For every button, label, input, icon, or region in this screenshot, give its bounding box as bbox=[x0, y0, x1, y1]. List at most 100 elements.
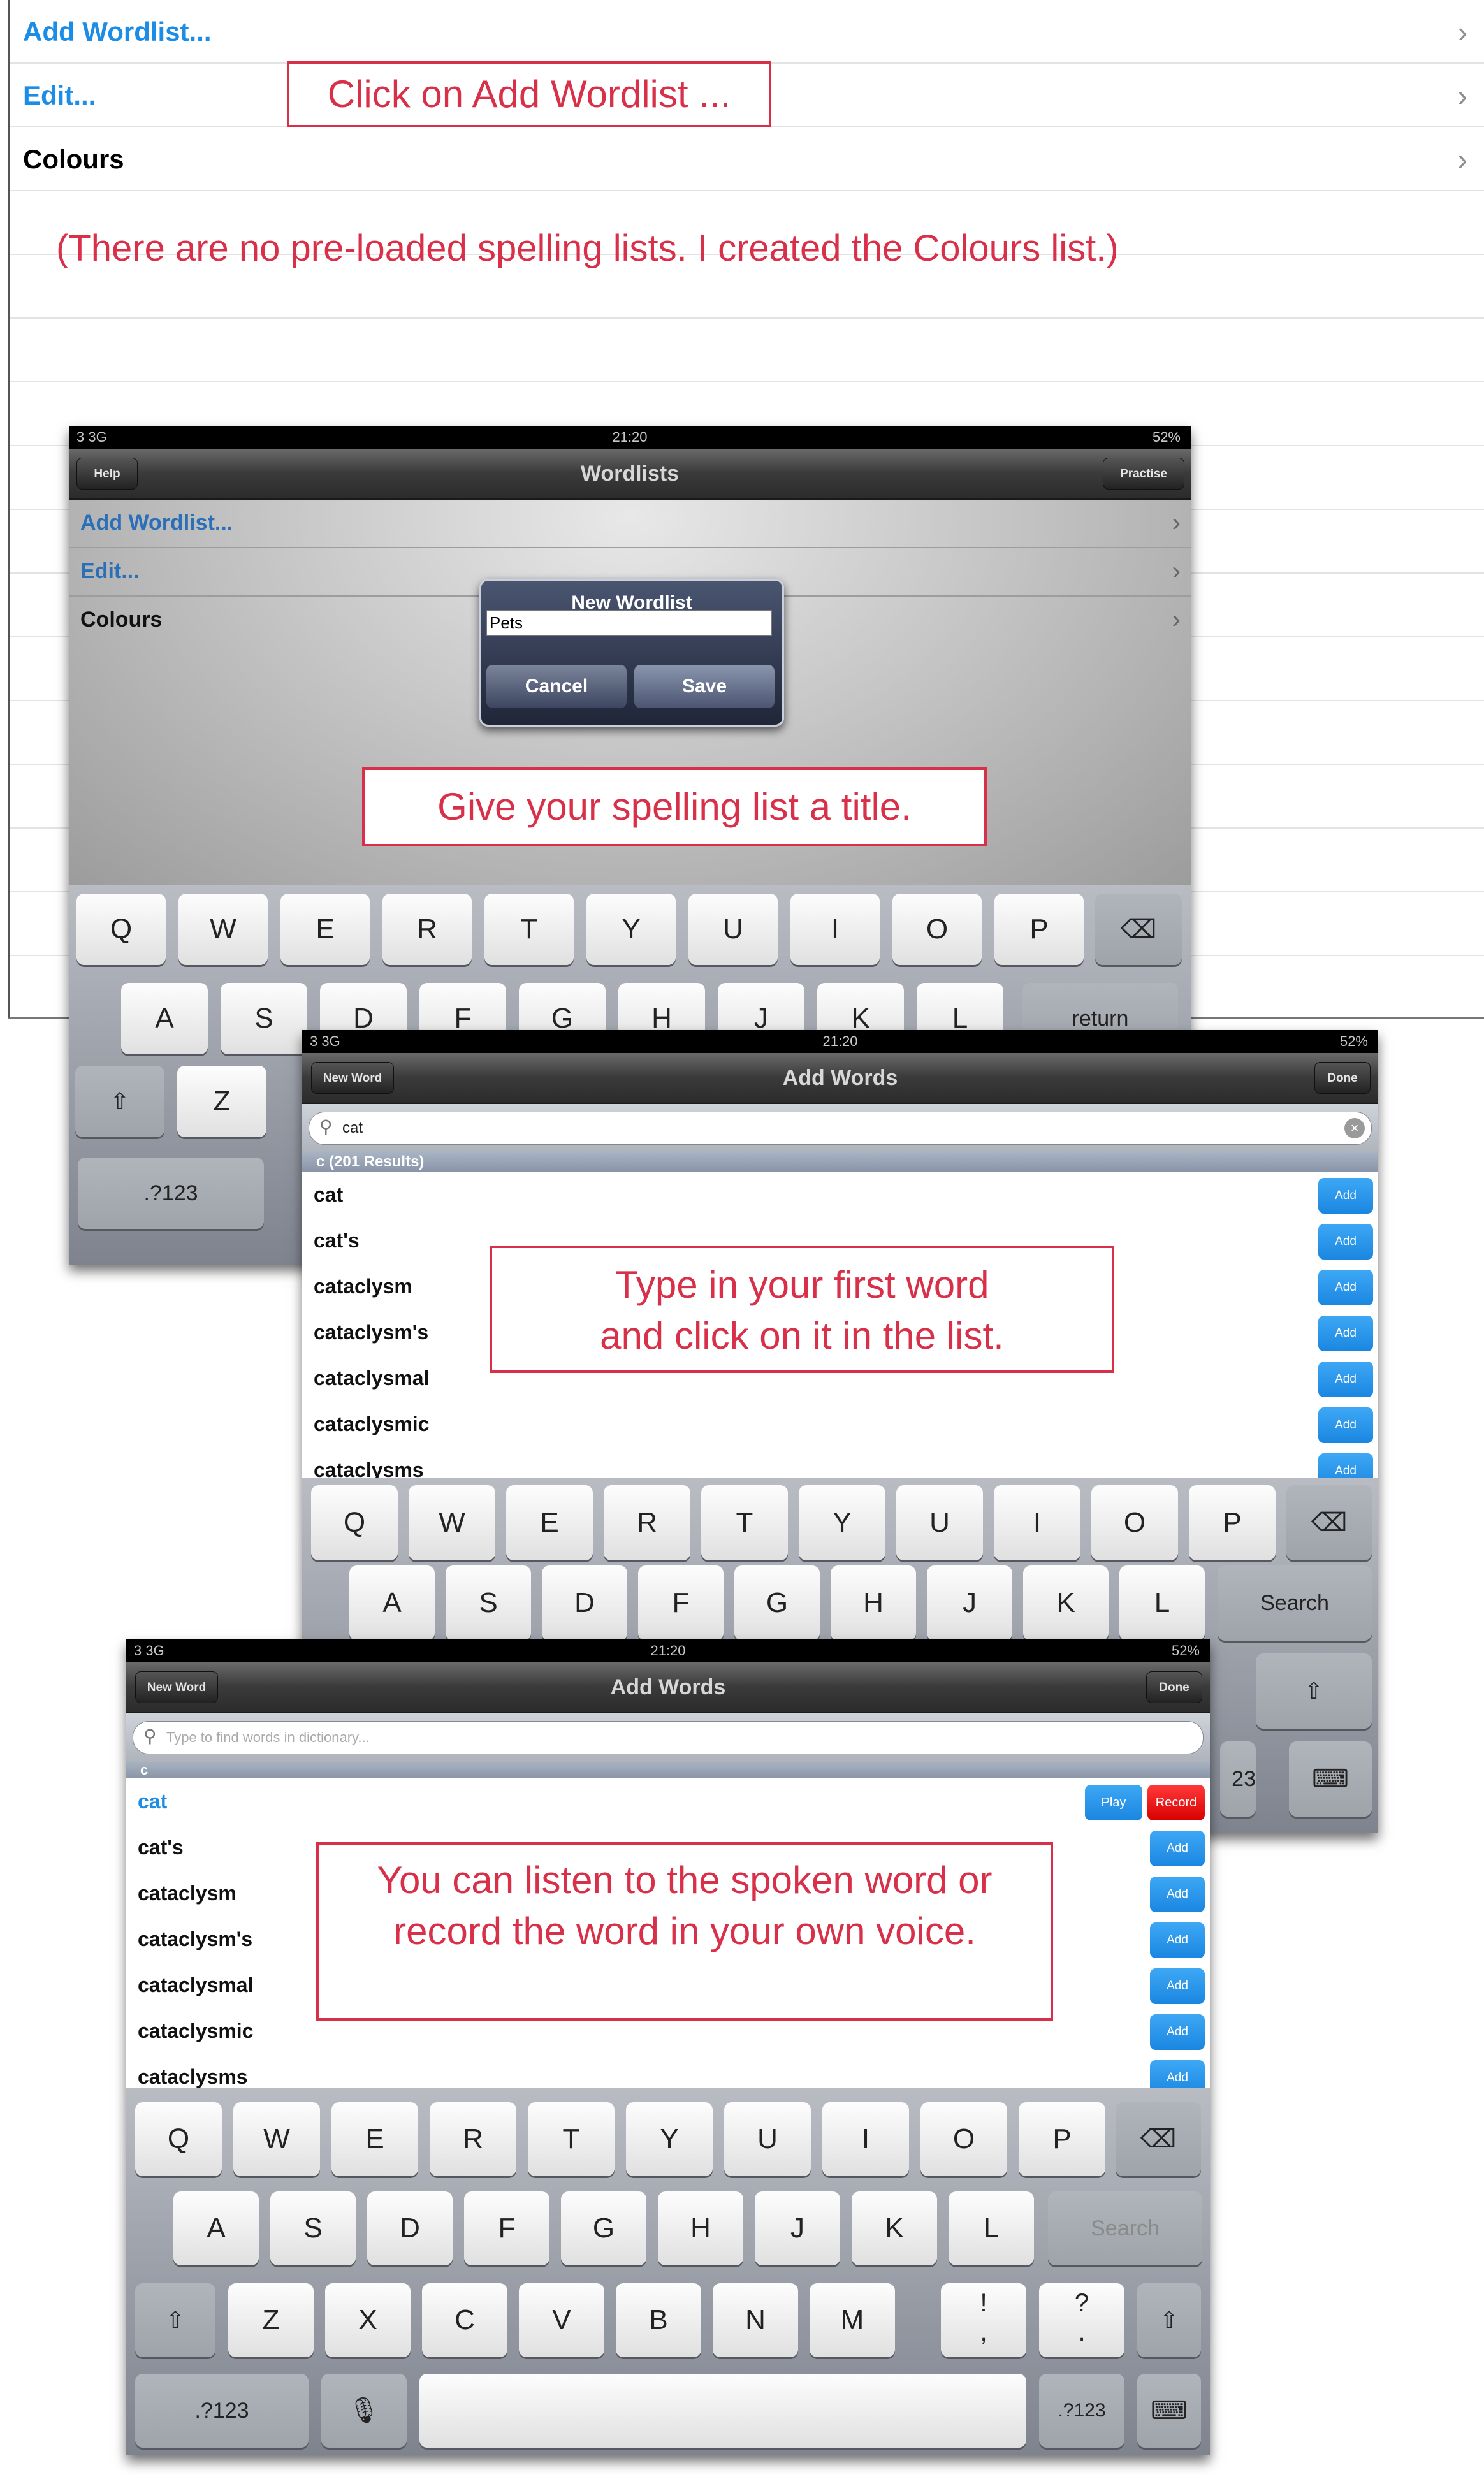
key-u[interactable]: U bbox=[724, 2102, 811, 2176]
add-button[interactable]: Add bbox=[1318, 1178, 1373, 1214]
add-button[interactable]: Add bbox=[1318, 1407, 1373, 1443]
play-button[interactable]: Play bbox=[1085, 1785, 1142, 1820]
key-f[interactable]: F bbox=[464, 2191, 549, 2265]
key-g[interactable]: G bbox=[561, 2191, 646, 2265]
key-e[interactable]: E bbox=[506, 1485, 593, 1560]
key-z[interactable]: Z bbox=[228, 2283, 314, 2357]
backspace-icon[interactable]: ⌫ bbox=[1116, 2102, 1201, 2176]
key-y[interactable]: Y bbox=[626, 2102, 713, 2176]
microphone-icon[interactable]: 🎙 bbox=[321, 2374, 407, 2448]
add-button[interactable]: Add bbox=[1318, 1270, 1373, 1305]
add-button[interactable]: Add bbox=[1150, 1922, 1205, 1958]
key-e[interactable]: E bbox=[331, 2102, 418, 2176]
bg-add-wordlist[interactable]: Add Wordlist... bbox=[23, 11, 212, 52]
key-q[interactable]: Q bbox=[311, 1485, 398, 1560]
numbers-key[interactable]: .?123 bbox=[135, 2374, 309, 2448]
search-placeholder[interactable]: Type to find words in dictionary... bbox=[166, 1729, 370, 1746]
key-l[interactable]: L bbox=[1119, 1565, 1205, 1641]
key-q[interactable]: Q bbox=[76, 894, 166, 965]
key-w[interactable]: W bbox=[178, 894, 268, 965]
key-r[interactable]: R bbox=[430, 2102, 516, 2176]
key-t[interactable]: T bbox=[528, 2102, 615, 2176]
wordlist-title-input[interactable] bbox=[486, 610, 772, 636]
add-button[interactable]: Add bbox=[1150, 1877, 1205, 1912]
key-y[interactable]: Y bbox=[586, 894, 676, 965]
key-i[interactable]: I bbox=[994, 1485, 1080, 1560]
key-v[interactable]: V bbox=[519, 2283, 604, 2357]
key-k[interactable]: K bbox=[852, 2191, 937, 2265]
shift-icon[interactable]: ⇧ bbox=[1256, 1653, 1372, 1729]
key-w[interactable]: W bbox=[409, 1485, 495, 1560]
search-key[interactable]: Search bbox=[1218, 1565, 1372, 1641]
record-button[interactable]: Record bbox=[1147, 1785, 1205, 1820]
key-o[interactable]: O bbox=[892, 894, 982, 965]
list-item[interactable]: cataclysms Add bbox=[126, 2054, 1210, 2088]
key-p[interactable]: P bbox=[1189, 1485, 1276, 1560]
key-e[interactable]: E bbox=[280, 894, 370, 965]
key-n[interactable]: N bbox=[713, 2283, 798, 2357]
add-button[interactable]: Add bbox=[1318, 1316, 1373, 1351]
key-question-period[interactable]: ? . bbox=[1039, 2283, 1124, 2357]
key-h[interactable]: H bbox=[658, 2191, 743, 2265]
key-h[interactable]: H bbox=[831, 1565, 916, 1641]
numbers-key[interactable]: .?123 bbox=[1039, 2374, 1124, 2448]
key-a[interactable]: A bbox=[173, 2191, 259, 2265]
add-button[interactable]: Add bbox=[1150, 2060, 1205, 2088]
key-a[interactable]: A bbox=[349, 1565, 435, 1641]
key-b[interactable]: B bbox=[616, 2283, 701, 2357]
key-i[interactable]: I bbox=[790, 894, 880, 965]
space-key[interactable] bbox=[419, 2374, 1026, 2448]
keyboard-hide-icon[interactable]: ⌨ bbox=[1137, 2374, 1201, 2448]
list-item[interactable]: cataclysms Add bbox=[302, 1447, 1378, 1478]
numbers-key[interactable]: .?123 bbox=[78, 1158, 264, 1229]
key-t[interactable]: T bbox=[701, 1485, 788, 1560]
key-j[interactable]: J bbox=[927, 1565, 1012, 1641]
row-add-wordlist[interactable]: Add Wordlist... bbox=[69, 498, 1191, 548]
key-q[interactable]: Q bbox=[135, 2102, 222, 2176]
list-item[interactable]: cat Add bbox=[302, 1172, 1378, 1219]
clear-icon[interactable]: × bbox=[1344, 1118, 1365, 1138]
backspace-icon[interactable]: ⌫ bbox=[1286, 1485, 1372, 1560]
key-m[interactable]: M bbox=[810, 2283, 895, 2357]
add-button[interactable]: Add bbox=[1150, 1968, 1205, 2004]
key-c[interactable]: C bbox=[422, 2283, 507, 2357]
search-field[interactable]: ⚲ cat × bbox=[309, 1112, 1372, 1145]
cancel-button[interactable]: Cancel bbox=[486, 665, 627, 708]
add-button[interactable]: Add bbox=[1150, 2014, 1205, 2050]
done-button[interactable]: Done bbox=[1146, 1671, 1202, 1703]
key-s[interactable]: S bbox=[270, 2191, 356, 2265]
add-button[interactable]: Add bbox=[1318, 1362, 1373, 1397]
key-z[interactable]: Z bbox=[177, 1066, 266, 1137]
key-d[interactable]: D bbox=[542, 1565, 627, 1641]
key-s[interactable]: S bbox=[221, 983, 307, 1054]
key-u[interactable]: U bbox=[688, 894, 778, 965]
key-w[interactable]: W bbox=[233, 2102, 320, 2176]
key-g[interactable]: G bbox=[734, 1565, 820, 1641]
key-i[interactable]: I bbox=[822, 2102, 909, 2176]
add-button[interactable]: Add bbox=[1318, 1453, 1373, 1478]
shift-icon[interactable]: ⇧ bbox=[1137, 2283, 1201, 2357]
save-button[interactable]: Save bbox=[634, 665, 775, 708]
add-button[interactable]: Add bbox=[1150, 1831, 1205, 1866]
key-r[interactable]: R bbox=[382, 894, 472, 965]
search-input[interactable]: cat bbox=[342, 1119, 363, 1137]
backspace-icon[interactable]: ⌫ bbox=[1095, 894, 1182, 965]
practise-button[interactable]: Practise bbox=[1103, 458, 1184, 490]
shift-icon[interactable]: ⇧ bbox=[135, 2283, 215, 2357]
key-x[interactable]: X bbox=[325, 2283, 411, 2357]
key-o[interactable]: O bbox=[920, 2102, 1007, 2176]
list-item[interactable]: cataclysmic Add bbox=[302, 1401, 1378, 1448]
bg-edit[interactable]: Edit... bbox=[23, 75, 96, 116]
numbers-key[interactable]: 23 bbox=[1220, 1741, 1256, 1817]
key-a[interactable]: A bbox=[121, 983, 208, 1054]
key-y[interactable]: Y bbox=[799, 1485, 885, 1560]
search-field[interactable]: ⚲ Type to find words in dictionary... bbox=[133, 1721, 1204, 1754]
key-p[interactable]: P bbox=[994, 894, 1084, 965]
key-u[interactable]: U bbox=[896, 1485, 983, 1560]
key-o[interactable]: O bbox=[1091, 1485, 1178, 1560]
shift-icon[interactable]: ⇧ bbox=[75, 1066, 164, 1137]
keyboard-hide-icon[interactable]: ⌨ bbox=[1289, 1741, 1372, 1817]
key-k[interactable]: K bbox=[1023, 1565, 1109, 1641]
key-p[interactable]: P bbox=[1019, 2102, 1105, 2176]
key-exclaim-comma[interactable]: ! , bbox=[941, 2283, 1026, 2357]
